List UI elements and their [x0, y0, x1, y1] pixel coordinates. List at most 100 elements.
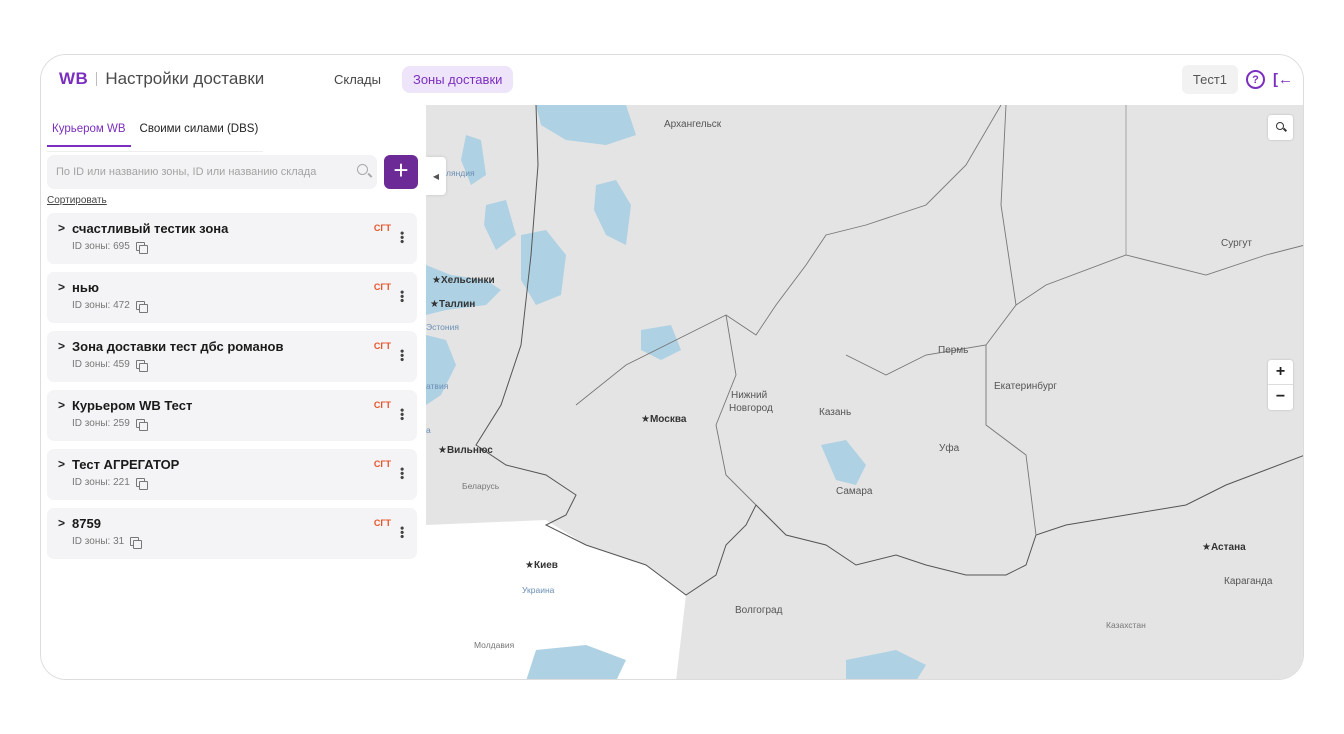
nav-warehouses[interactable]: Склады — [323, 66, 392, 93]
map-label-yekaterinburg: Екатеринбург — [994, 381, 1057, 392]
logout-arrow-icon[interactable]: [← — [1273, 71, 1293, 88]
map-label-astana: ★Астана — [1202, 542, 1246, 553]
white-sea — [536, 105, 636, 145]
zone-id: ID зоны: 31 — [72, 536, 143, 549]
caspian-sea — [846, 650, 926, 679]
chevron-right-icon[interactable]: > — [58, 516, 65, 530]
map-label-kazakhstan: Казахстан — [1106, 620, 1146, 630]
copy-icon[interactable] — [135, 478, 148, 490]
map-label-nizhny-1: Нижний — [731, 390, 768, 401]
chevron-right-icon[interactable]: > — [58, 221, 65, 235]
zone-id: ID зоны: 221 — [72, 477, 148, 490]
zone-name: Курьером WB Тест — [72, 398, 193, 413]
collapse-sidebar-button[interactable]: ◀ — [426, 157, 446, 195]
brand: WB Настройки доставки — [59, 69, 264, 89]
more-options-icon[interactable]: ••• — [395, 526, 409, 539]
map-label-latvia: атвия — [426, 381, 449, 391]
user-button[interactable]: Тест1 — [1181, 65, 1238, 94]
zone-id-text: ID зоны: 31 — [72, 536, 125, 547]
map-label-finland: ляндия — [446, 168, 475, 178]
chevron-right-icon[interactable]: > — [58, 398, 65, 412]
zone-id-text: ID зоны: 459 — [72, 359, 130, 370]
zoom-control: + − — [1268, 360, 1293, 410]
sidebar: Курьером WB Своими силами (DBS) + Сортир… — [41, 105, 426, 679]
header-actions: Тест1 ? [← — [1181, 65, 1293, 94]
zone-id-text: ID зоны: 221 — [72, 477, 130, 488]
more-options-icon[interactable]: ••• — [395, 408, 409, 421]
zone-id-text: ID зоны: 259 — [72, 418, 130, 429]
zone-name: Тест АГРЕГАТОР — [72, 457, 180, 472]
region-border-3 — [845, 105, 1017, 376]
chevron-right-icon[interactable]: > — [58, 339, 65, 353]
status-badge: СГТ — [373, 282, 391, 292]
map-label-estonia: Эстония — [426, 322, 459, 332]
map-canvas — [426, 105, 1303, 679]
map-label-samara: Самара — [836, 486, 873, 497]
status-badge: СГТ — [373, 400, 391, 410]
kuibyshev-reservoir — [821, 440, 866, 485]
list-item[interactable]: > Зона доставки тест дбс романов ID зоны… — [47, 331, 417, 382]
tabs-divider — [47, 151, 263, 152]
top-nav: Склады Зоны доставки — [323, 66, 514, 93]
sort-link[interactable]: Сортировать — [47, 195, 107, 206]
map-label-ukraine: Украина — [522, 585, 555, 595]
region-border-1 — [575, 105, 1002, 406]
map[interactable]: ◀ + − Архангельск Сургут ляндия ★Хельсин… — [426, 105, 1303, 679]
more-options-icon[interactable]: ••• — [395, 290, 409, 303]
copy-icon[interactable] — [135, 419, 148, 431]
more-options-icon[interactable]: ••• — [395, 467, 409, 480]
chevron-right-icon[interactable]: > — [58, 457, 65, 471]
map-label-ufa: Уфа — [939, 443, 960, 454]
copy-icon[interactable] — [135, 360, 148, 372]
chevron-right-icon[interactable]: > — [58, 280, 65, 294]
map-label-arkhangelsk: Архангельск — [664, 119, 722, 130]
zoom-out-button[interactable]: − — [1268, 385, 1293, 410]
map-label-tallinn: ★Таллин — [430, 299, 476, 310]
map-label-helsinki: ★Хельсинки — [432, 275, 495, 286]
question-circle-icon[interactable]: ? — [1246, 70, 1265, 89]
list-item[interactable]: > 8759 ID зоны: 31 СГТ ••• — [47, 508, 417, 559]
list-item[interactable]: > Курьером WB Тест ID зоны: 259 СГТ ••• — [47, 390, 417, 441]
map-label-moldova: Молдавия — [474, 640, 515, 650]
tab-dbs[interactable]: Своими силами (DBS) — [135, 119, 264, 147]
list-item[interactable]: > нью ID зоны: 472 СГТ ••• — [47, 272, 417, 323]
map-label-moscow: ★Москва — [641, 414, 687, 425]
zone-list: > счастливый тестик зона ID зоны: 695 СГ… — [47, 213, 417, 567]
brand-divider — [96, 72, 98, 86]
search-icon — [1276, 122, 1284, 130]
zone-id: ID зоны: 459 — [72, 359, 148, 372]
more-options-icon[interactable]: ••• — [395, 349, 409, 362]
copy-icon[interactable] — [135, 242, 148, 254]
zone-id: ID зоны: 695 — [72, 241, 148, 254]
zone-id: ID зоны: 259 — [72, 418, 148, 431]
tab-courier-wb[interactable]: Курьером WB — [47, 119, 131, 147]
map-label-perm: Пермь — [938, 345, 969, 356]
map-label-surgut: Сургут — [1221, 238, 1252, 249]
map-search-button[interactable] — [1268, 115, 1293, 140]
nav-delivery-zones[interactable]: Зоны доставки — [401, 66, 514, 93]
zone-name: Зона доставки тест дбс романов — [72, 339, 284, 354]
map-label-nizhny-2: Новгород — [729, 403, 773, 414]
zone-name: нью — [72, 280, 99, 295]
wb-logo[interactable]: WB — [59, 69, 88, 89]
list-item[interactable]: > счастливый тестик зона ID зоны: 695 СГ… — [47, 213, 417, 264]
add-zone-button[interactable]: + — [384, 155, 418, 189]
delivery-tabs: Курьером WB Своими силами (DBS) — [47, 119, 267, 147]
map-label-kiev: ★Киев — [525, 560, 558, 571]
map-label-belarus: Беларусь — [462, 481, 500, 491]
list-item[interactable]: > Тест АГРЕГАТОР ID зоны: 221 СГТ ••• — [47, 449, 417, 500]
region-border-5 — [1015, 245, 1303, 306]
border-russia — [475, 105, 1303, 596]
land-belarus — [426, 405, 576, 535]
status-badge: СГТ — [373, 223, 391, 233]
header: WB Настройки доставки Склады Зоны достав… — [41, 55, 1303, 105]
copy-icon[interactable] — [130, 537, 143, 549]
more-options-icon[interactable]: ••• — [395, 231, 409, 244]
page-title: Настройки доставки — [105, 69, 265, 88]
map-label-volgograd: Волгоград — [735, 605, 783, 616]
search-input[interactable] — [47, 155, 337, 189]
zoom-in-button[interactable]: + — [1268, 360, 1293, 385]
copy-icon[interactable] — [135, 301, 148, 313]
search-icon[interactable] — [357, 164, 368, 175]
lake-onega — [594, 180, 631, 245]
